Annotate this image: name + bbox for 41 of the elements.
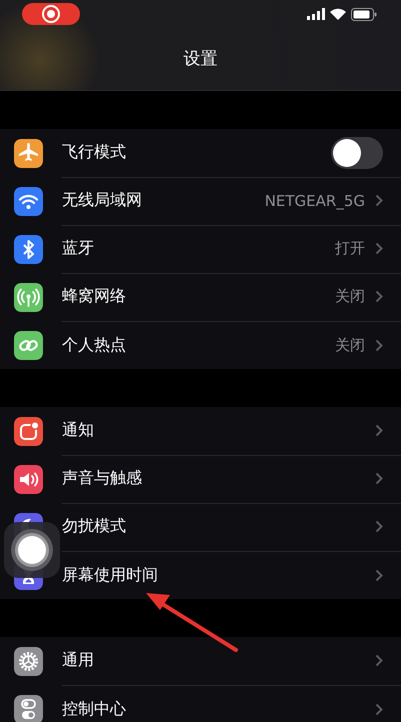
chevron-icon	[375, 242, 383, 255]
chevron-icon	[375, 424, 383, 437]
signal-icon	[307, 8, 325, 20]
assistive-touch-button[interactable]	[4, 522, 60, 578]
setting-label: 控制中心	[62, 698, 127, 720]
setting-value: 打开	[335, 239, 365, 258]
settings-row[interactable]: 飞行模式	[0, 129, 401, 177]
settings-row[interactable]: 个人热点 关闭	[0, 321, 401, 369]
chevron-icon	[375, 472, 383, 485]
setting-label: 声音与触感	[62, 468, 143, 489]
setting-label: 个人热点	[62, 334, 127, 356]
screen-title: 设置	[182, 48, 218, 70]
settings-row[interactable]: 通知	[0, 407, 401, 455]
setting-value: 关闭	[335, 336, 365, 354]
settings-row[interactable]: 蜂窝网络 关闭	[0, 273, 401, 321]
setting-label: 蓝牙	[62, 238, 95, 259]
setting-label: 勿扰模式	[62, 516, 127, 537]
setting-label: 无线局域网	[62, 190, 143, 211]
settings-row[interactable]: 控制中心	[0, 685, 401, 722]
setting-label: 飞行模式	[62, 142, 127, 163]
toggle-switch[interactable]	[331, 136, 383, 168]
screen-recording-indicator[interactable]	[22, 3, 80, 25]
chevron-icon	[375, 290, 383, 303]
battery-icon	[351, 8, 377, 20]
chevron-icon	[375, 568, 383, 582]
setting-value: 关闭	[335, 287, 365, 306]
settings-row[interactable]: 通用	[0, 637, 401, 685]
chevron-icon	[375, 702, 383, 716]
settings-row[interactable]: 蓝牙 打开	[0, 225, 401, 273]
chevron-icon	[375, 194, 383, 207]
setting-value: NETGEAR_5G	[264, 192, 365, 210]
chevron-icon	[375, 520, 383, 533]
chevron-icon	[375, 654, 383, 667]
settings-row[interactable]: 声音与触感	[0, 455, 401, 503]
settings-row[interactable]: 无线局域网 NETGEAR_5G	[0, 177, 401, 225]
wifi-icon	[330, 8, 346, 20]
setting-label: 通用	[62, 650, 95, 671]
chevron-icon	[375, 338, 383, 352]
setting-label: 通知	[62, 420, 95, 441]
setting-label: 屏幕使用时间	[62, 564, 159, 586]
setting-label: 蜂窝网络	[62, 286, 127, 307]
